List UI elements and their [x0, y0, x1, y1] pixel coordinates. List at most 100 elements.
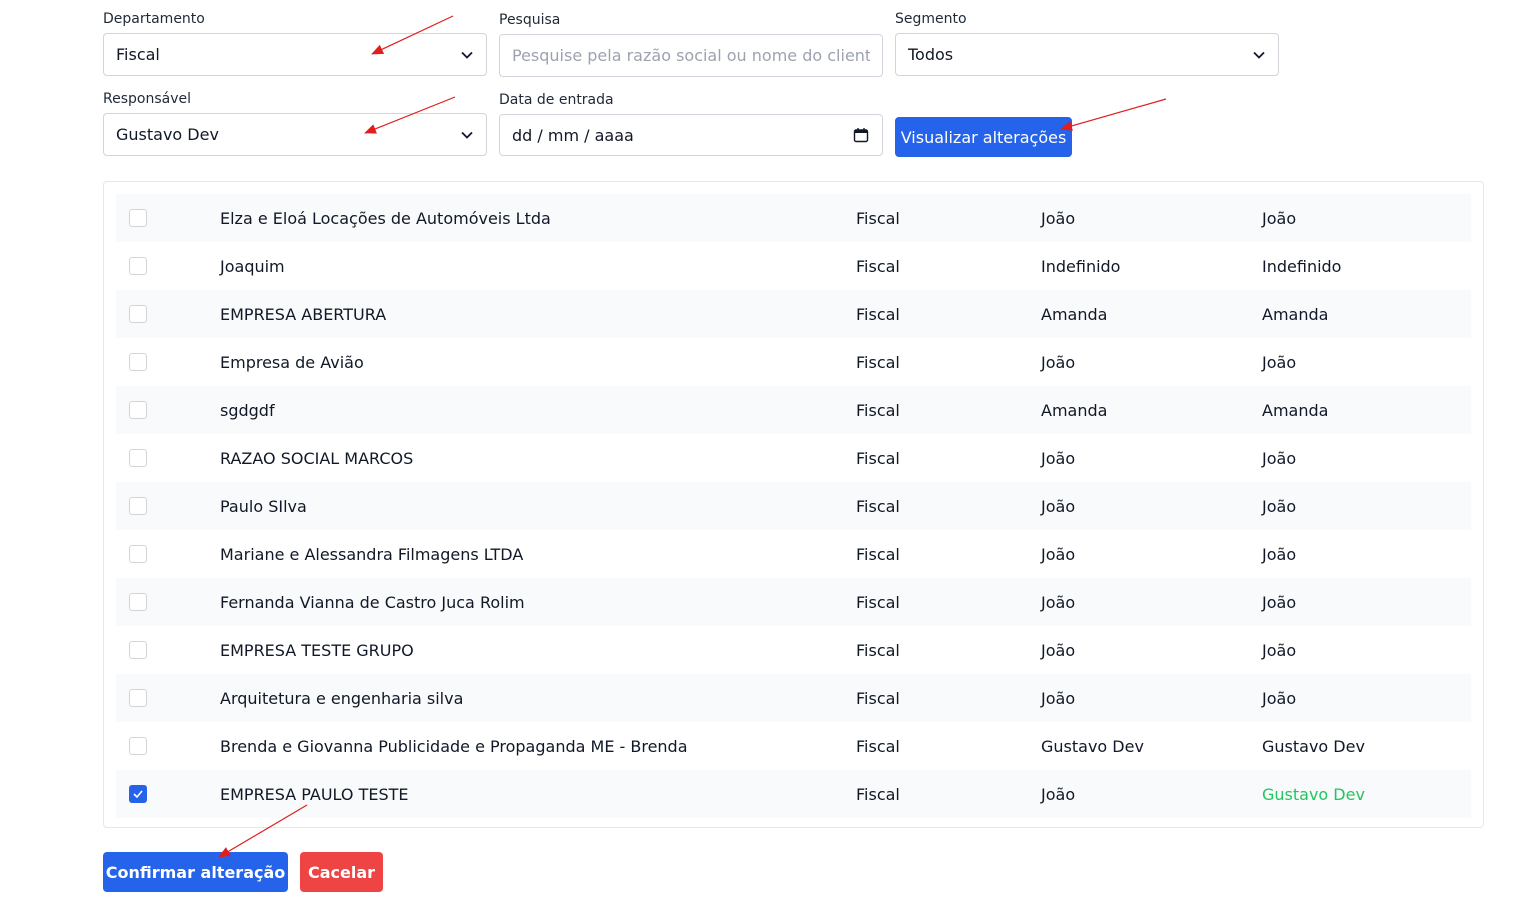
- company-name-cell: Joaquim: [220, 256, 285, 276]
- company-name-cell: Mariane e Alessandra Filmagens LTDA: [220, 544, 524, 564]
- row-checkbox[interactable]: [129, 257, 147, 275]
- segmento-select[interactable]: Todos: [895, 33, 1279, 76]
- departamento-select[interactable]: Fiscal: [103, 33, 487, 76]
- company-name-cell: Fernanda Vianna de Castro Juca Rolim: [220, 592, 525, 612]
- current-responsible-cell: João: [1041, 544, 1076, 564]
- responsavel-value: Gustavo Dev: [116, 125, 219, 144]
- row-checkbox[interactable]: [129, 545, 147, 563]
- current-responsible-cell: Amanda: [1041, 304, 1108, 324]
- department-cell: Fiscal: [856, 496, 900, 516]
- current-responsible-cell: Indefinido: [1041, 256, 1121, 276]
- confirm-button[interactable]: Confirmar alteração: [103, 852, 288, 892]
- pesquisa-label: Pesquisa: [499, 12, 561, 28]
- row-checkbox[interactable]: [129, 401, 147, 419]
- segmento-value: Todos: [908, 45, 954, 64]
- company-name-cell: EMPRESA PAULO TESTE: [220, 784, 409, 804]
- data-entrada-value: dd / mm / aaaa: [512, 125, 634, 145]
- company-name-cell: Paulo SIlva: [220, 496, 307, 516]
- annotation-arrow: [1060, 98, 1167, 131]
- row-checkbox[interactable]: [129, 737, 147, 755]
- table-row[interactable]: Mariane e Alessandra Filmagens LTDA Fisca…: [116, 530, 1471, 578]
- department-cell: Fiscal: [856, 640, 900, 660]
- row-checkbox[interactable]: [129, 209, 147, 227]
- current-responsible-cell: João: [1041, 592, 1076, 612]
- table-row[interactable]: RAZAO SOCIAL MARCOS Fiscal João João: [116, 434, 1471, 482]
- current-responsible-cell: João: [1041, 448, 1076, 468]
- current-responsible-cell: João: [1041, 496, 1076, 516]
- new-responsible-cell: Amanda: [1262, 304, 1329, 324]
- table-row[interactable]: EMPRESA PAULO TESTE Fiscal João Gustavo Dev: [116, 770, 1471, 818]
- row-checkbox[interactable]: [129, 689, 147, 707]
- department-cell: Fiscal: [856, 448, 900, 468]
- table-row[interactable]: Elza e Eloá Locações de Automóveis Ltda F…: [116, 194, 1471, 242]
- table-row[interactable]: EMPRESA TESTE GRUPO Fiscal João João: [116, 626, 1471, 674]
- new-responsible-cell: João: [1262, 352, 1297, 372]
- current-responsible-cell: Amanda: [1041, 400, 1108, 420]
- chevron-down-icon: [460, 48, 474, 62]
- responsavel-select[interactable]: Gustavo Dev: [103, 113, 487, 156]
- department-cell: Fiscal: [856, 400, 900, 420]
- row-checkbox[interactable]: [129, 497, 147, 515]
- row-checkbox[interactable]: [129, 305, 147, 323]
- table-row[interactable]: Empresa de Avião Fiscal João João: [116, 338, 1471, 386]
- department-cell: Fiscal: [856, 688, 900, 708]
- table-row[interactable]: Arquitetura e engenharia silva Fiscal João…: [116, 674, 1471, 722]
- company-name-cell: EMPRESA TESTE GRUPO: [220, 640, 414, 660]
- current-responsible-cell: João: [1041, 688, 1076, 708]
- new-responsible-cell: João: [1262, 448, 1297, 468]
- data-entrada-input[interactable]: dd / mm / aaaa: [499, 114, 883, 156]
- company-name-cell: Elza e Eloá Locações de Automóveis Ltda: [220, 208, 551, 228]
- current-responsible-cell: João: [1041, 640, 1076, 660]
- table-row[interactable]: Fernanda Vianna de Castro Juca Rolim Fisc…: [116, 578, 1471, 626]
- company-name-cell: Arquitetura e engenharia silva: [220, 688, 464, 708]
- row-checkbox[interactable]: [129, 353, 147, 371]
- visualizar-alteracoes-button[interactable]: Visualizar alterações: [895, 117, 1072, 157]
- current-responsible-cell: João: [1041, 784, 1076, 804]
- row-checkbox[interactable]: [129, 785, 147, 803]
- department-cell: Fiscal: [856, 352, 900, 372]
- check-icon: [133, 790, 143, 798]
- calendar-icon[interactable]: [852, 126, 870, 144]
- new-responsible-cell: Indefinido: [1262, 256, 1342, 276]
- table-row[interactable]: Paulo SIlva Fiscal João João: [116, 482, 1471, 530]
- department-cell: Fiscal: [856, 256, 900, 276]
- table-row[interactable]: EMPRESA ABERTURA Fiscal Amanda Amanda: [116, 290, 1471, 338]
- new-responsible-cell: Amanda: [1262, 400, 1329, 420]
- new-responsible-cell: João: [1262, 688, 1297, 708]
- company-name-cell: Brenda e Giovanna Publicidade e Propagan…: [220, 736, 688, 756]
- search-input[interactable]: Pesquise pela razão social ou nome do cl…: [499, 34, 883, 77]
- cancel-button[interactable]: Cacelar: [300, 852, 383, 892]
- department-cell: Fiscal: [856, 592, 900, 612]
- new-responsible-cell: Gustavo Dev: [1262, 736, 1365, 756]
- company-name-cell: RAZAO SOCIAL MARCOS: [220, 448, 414, 468]
- new-responsible-cell: João: [1262, 592, 1297, 612]
- table-body: Elza e Eloá Locações de Automóveis Ltda F…: [116, 194, 1471, 818]
- data-entrada-label: Data de entrada: [499, 92, 614, 108]
- table-row[interactable]: sgdgdf Fiscal Amanda Amanda: [116, 386, 1471, 434]
- department-cell: Fiscal: [856, 304, 900, 324]
- new-responsible-cell: João: [1262, 208, 1297, 228]
- search-placeholder: Pesquise pela razão social ou nome do cl…: [512, 46, 870, 65]
- chevron-down-icon: [1252, 48, 1266, 62]
- department-cell: Fiscal: [856, 208, 900, 228]
- current-responsible-cell: Gustavo Dev: [1041, 736, 1144, 756]
- new-responsible-cell: Gustavo Dev: [1262, 784, 1365, 804]
- row-checkbox[interactable]: [129, 593, 147, 611]
- department-cell: Fiscal: [856, 784, 900, 804]
- departamento-label: Departamento: [103, 11, 205, 27]
- current-responsible-cell: João: [1041, 352, 1076, 372]
- chevron-down-icon: [460, 128, 474, 142]
- department-cell: Fiscal: [856, 736, 900, 756]
- company-name-cell: EMPRESA ABERTURA: [220, 304, 387, 324]
- table-row[interactable]: Joaquim Fiscal Indefinido Indefinido: [116, 242, 1471, 290]
- table-row[interactable]: Brenda e Giovanna Publicidade e Propagan…: [116, 722, 1471, 770]
- new-responsible-cell: João: [1262, 640, 1297, 660]
- responsavel-label: Responsável: [103, 91, 191, 107]
- new-responsible-cell: João: [1262, 544, 1297, 564]
- row-checkbox[interactable]: [129, 449, 147, 467]
- departamento-value: Fiscal: [116, 45, 160, 64]
- department-cell: Fiscal: [856, 544, 900, 564]
- row-checkbox[interactable]: [129, 641, 147, 659]
- segmento-label: Segmento: [895, 11, 967, 27]
- company-name-cell: sgdgdf: [220, 400, 275, 420]
